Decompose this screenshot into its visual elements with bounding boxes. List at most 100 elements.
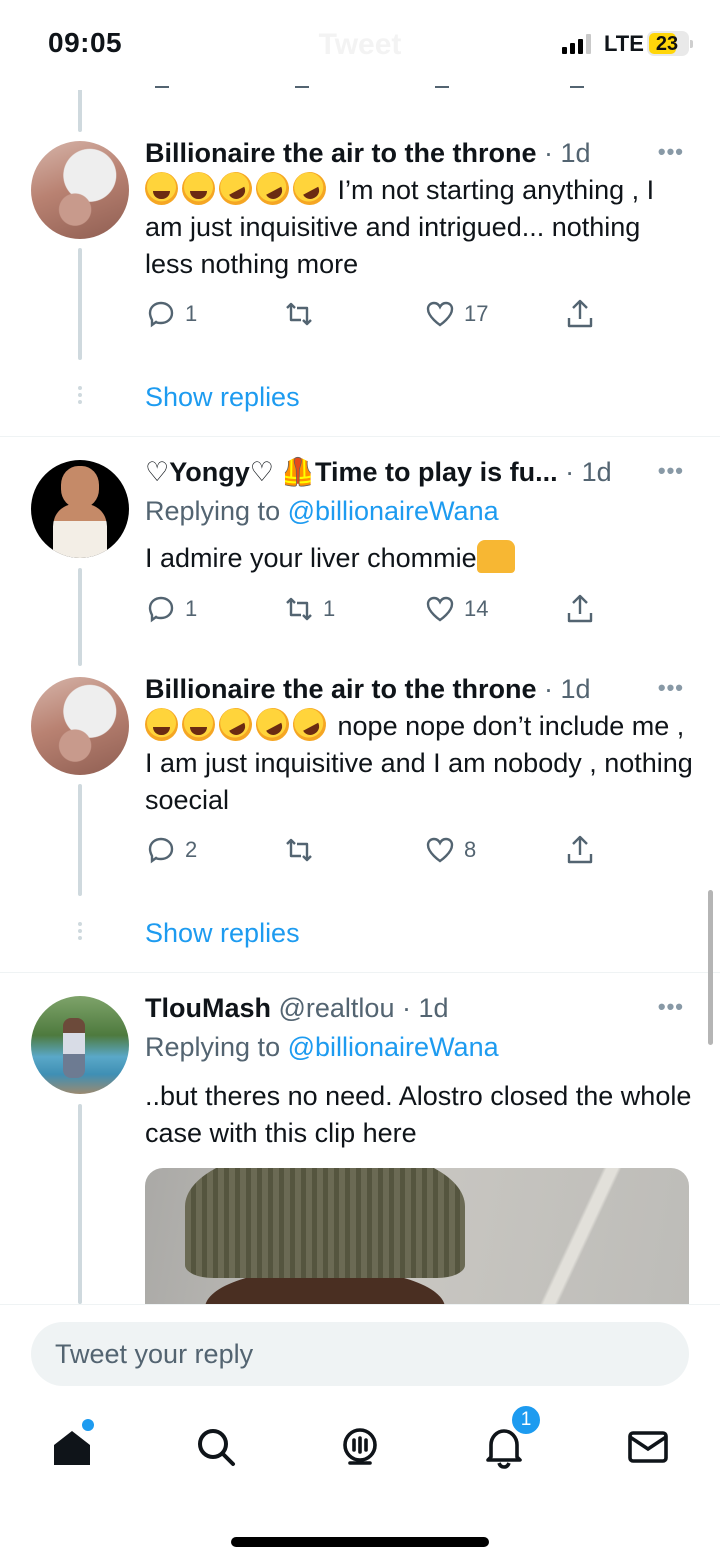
reply-box[interactable]: [31, 1322, 689, 1386]
reply-icon: [148, 596, 174, 623]
tweet-header: Billionaire the air to the throne · 1d: [145, 135, 695, 171]
rofl-emoji: [213, 166, 258, 211]
laughing-emoji: [145, 708, 178, 741]
laughing-emoji: [145, 172, 178, 205]
signal-icon: [562, 34, 591, 54]
retweet-count: 1: [323, 596, 336, 621]
emoji-row: [145, 702, 332, 747]
thread-line: [78, 1104, 82, 1304]
tweet-time: · 1d: [536, 674, 591, 704]
tweet-time: · 1d: [394, 993, 449, 1023]
spaces-icon: [343, 1428, 377, 1465]
raising-hands-emoji: [476, 540, 515, 573]
tweet-actions: 1 1 14: [145, 593, 605, 629]
retweet-icon: [286, 597, 312, 621]
reply-button[interactable]: 2: [145, 834, 197, 866]
battery-icon: 23: [647, 31, 693, 56]
reply-icon: [148, 837, 174, 864]
heart-icon: [426, 837, 454, 863]
scrollbar[interactable]: [708, 890, 713, 1045]
home-new-dot: [82, 1419, 94, 1431]
laughing-emoji: [182, 708, 215, 741]
reply-button[interactable]: 1: [145, 298, 197, 330]
previous-tweet-actions: [145, 78, 605, 92]
tweet-header: ♡Yongy♡ 🦺Time to play is fu... · 1d: [145, 454, 625, 490]
tweet-time: · 1d: [557, 457, 612, 487]
reply-count: 1: [185, 301, 198, 326]
tweet-body: I admire your liver chommie: [145, 543, 477, 573]
divider: [0, 436, 720, 437]
home-indicator[interactable]: [231, 1537, 489, 1547]
reply-input[interactable]: [31, 1322, 689, 1386]
retweet-button[interactable]: [283, 834, 323, 866]
display-name[interactable]: Billionaire the air to the throne: [145, 138, 537, 168]
heart-icon: [426, 301, 454, 327]
messages-icon: [628, 1431, 668, 1463]
rofl-emoji: [287, 166, 332, 211]
like-count: 17: [464, 301, 489, 326]
retweet-button[interactable]: [283, 298, 323, 330]
tweet-actions: 2 8: [145, 834, 605, 870]
reply-button[interactable]: 1: [145, 593, 197, 625]
tweet-header: TlouMash @realtlou · 1d: [145, 990, 695, 1026]
more-options-icon[interactable]: •••: [658, 675, 684, 701]
replying-to: Replying to @billionaireWana: [145, 493, 695, 529]
replying-label: Replying to: [145, 1032, 288, 1062]
reply-count: 1: [185, 596, 198, 621]
tweet-text: ..but theres no need. Alostro closed the…: [145, 1078, 695, 1152]
share-icon: [567, 299, 593, 328]
avatar[interactable]: [31, 460, 129, 558]
tweet[interactable]: Billionaire the air to the throne · 1d n…: [145, 671, 695, 819]
thread-more-dots: [77, 386, 83, 407]
retweet-button[interactable]: 1: [283, 593, 335, 625]
search-icon: [198, 1429, 235, 1466]
avatar[interactable]: [31, 141, 129, 239]
tweet[interactable]: TlouMash @realtlou · 1d Replying to @bil…: [145, 990, 695, 1152]
display-name[interactable]: TlouMash: [145, 993, 271, 1023]
replying-handle-link[interactable]: @billionaireWana: [288, 1032, 499, 1062]
like-count: 14: [464, 596, 489, 621]
avatar[interactable]: [31, 677, 129, 775]
like-button[interactable]: 17: [424, 298, 488, 330]
status-bar: Tweet 09:05 LTE 23: [0, 0, 720, 90]
retweet-icon: [286, 302, 312, 326]
display-name[interactable]: ♡Yongy♡ 🦺Time to play is fu...: [145, 457, 558, 487]
rofl-emoji: [287, 702, 332, 747]
tab-messages[interactable]: [624, 1423, 672, 1471]
thread-more-dots: [77, 922, 83, 943]
like-button[interactable]: 8: [424, 834, 476, 866]
tweet-video-thumbnail[interactable]: [145, 1168, 689, 1308]
thread-line: [78, 784, 82, 896]
tweet[interactable]: ♡Yongy♡ 🦺Time to play is fu... · 1d Repl…: [145, 454, 695, 577]
avatar[interactable]: [31, 996, 129, 1094]
retweet-icon: [286, 838, 312, 862]
notification-badge: 1: [510, 1404, 542, 1436]
rofl-emoji: [250, 702, 295, 747]
share-button[interactable]: [564, 298, 596, 330]
network-label: LTE: [604, 31, 644, 56]
show-replies-link[interactable]: Show replies: [145, 382, 300, 413]
more-options-icon[interactable]: •••: [658, 139, 684, 165]
tweet-text: nope nope don’t include me , I am just i…: [145, 702, 695, 819]
show-replies-link[interactable]: Show replies: [145, 918, 300, 949]
tweet-body: ..but theres no need. Alostro closed the…: [145, 1081, 692, 1148]
replying-label: Replying to: [145, 496, 288, 526]
battery-level: 23: [655, 33, 679, 55]
tweet[interactable]: Billionaire the air to the throne · 1d I…: [145, 135, 695, 283]
more-options-icon[interactable]: •••: [658, 994, 684, 1020]
tweet-text: I admire your liver chommie: [145, 540, 695, 577]
more-options-icon[interactable]: •••: [658, 458, 684, 484]
like-button[interactable]: 14: [424, 593, 488, 625]
tab-spaces[interactable]: [336, 1423, 384, 1471]
user-handle[interactable]: @realtlou: [271, 993, 395, 1023]
rofl-emoji: [213, 702, 258, 747]
share-button[interactable]: [564, 593, 596, 625]
replying-handle-link[interactable]: @billionaireWana: [288, 496, 499, 526]
divider: [0, 972, 720, 973]
display-name[interactable]: Billionaire the air to the throne: [145, 674, 537, 704]
laughing-emoji: [182, 172, 215, 205]
tab-search[interactable]: [192, 1423, 240, 1471]
share-icon: [567, 594, 593, 623]
share-button[interactable]: [564, 834, 596, 866]
status-time: 09:05: [48, 27, 123, 58]
